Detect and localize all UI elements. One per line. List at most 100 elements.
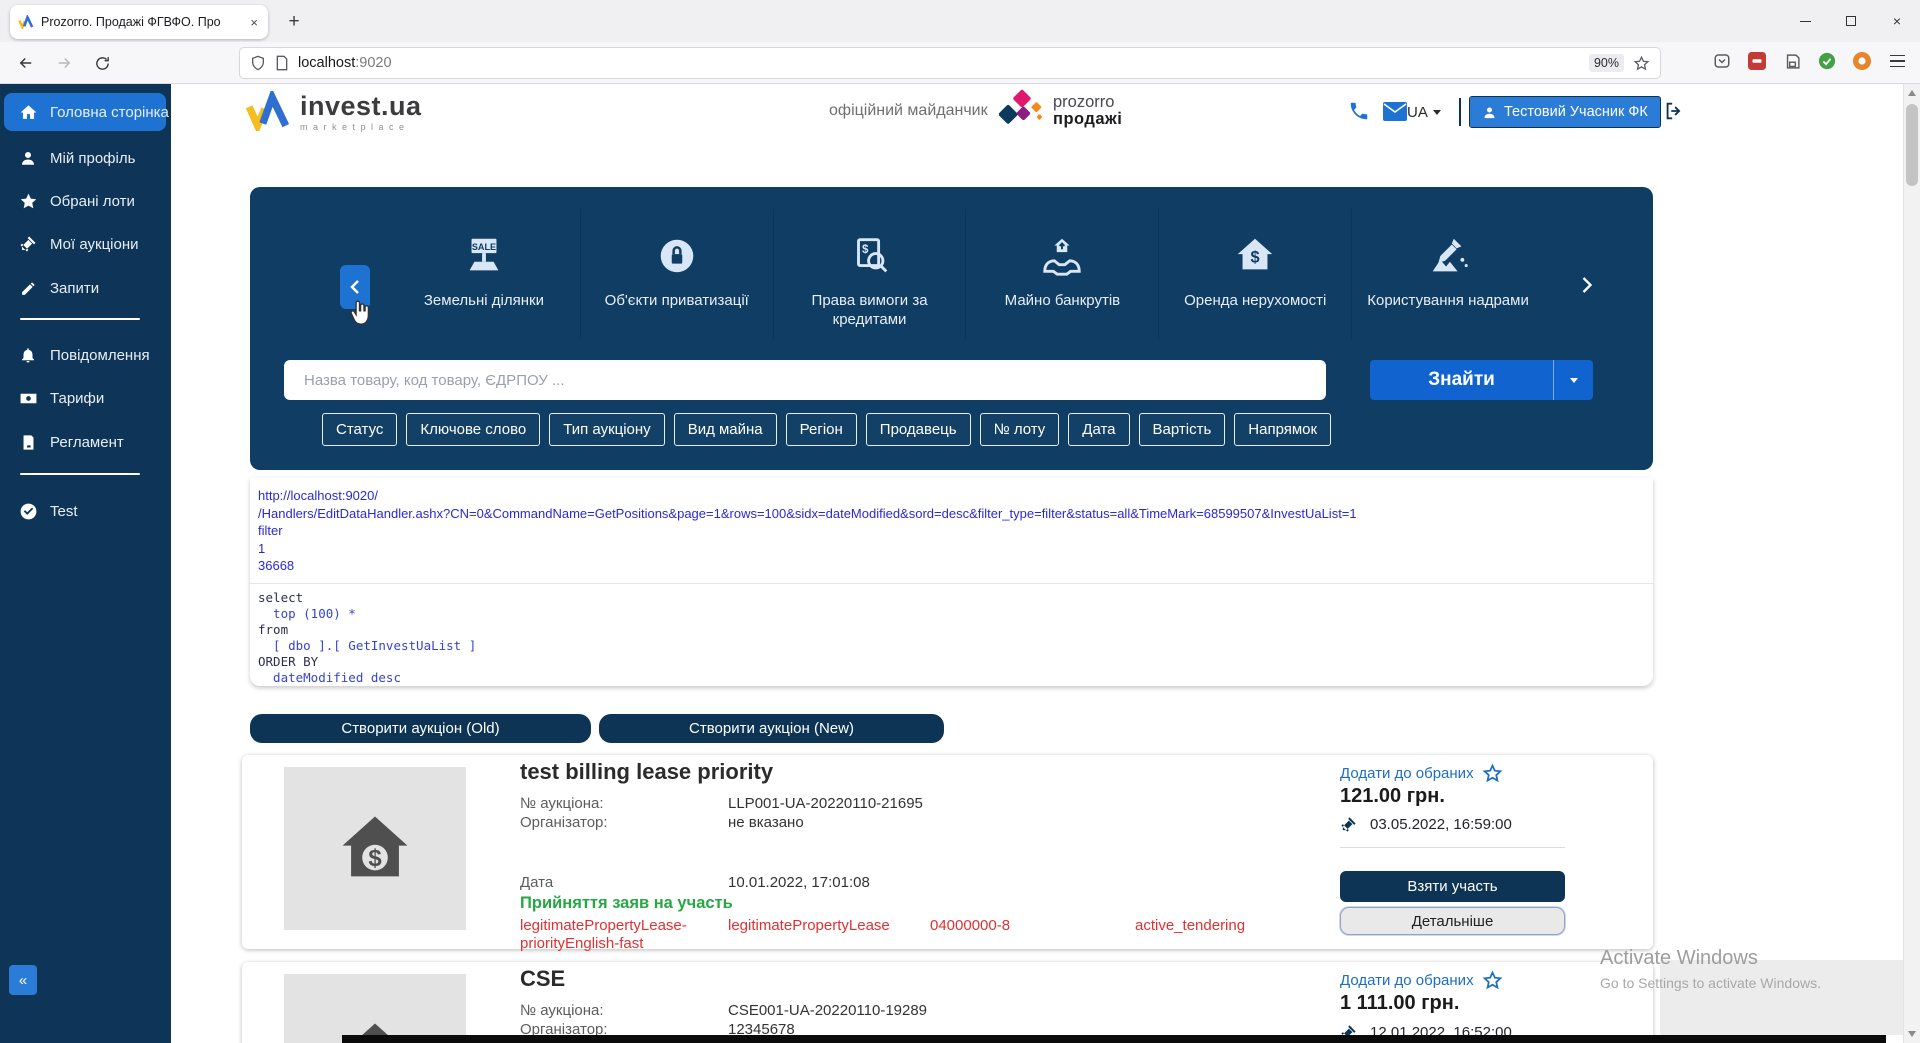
- forward-button[interactable]: [52, 51, 76, 75]
- debug-filter-line: filter: [258, 523, 283, 538]
- create-auction-new-button[interactable]: Створити аукціон (New): [599, 714, 944, 743]
- field-label: № аукціона:: [520, 795, 604, 812]
- favorites-label: Додати до обраних: [1340, 765, 1474, 782]
- sidebar-item-requests[interactable]: Запити: [0, 269, 171, 307]
- category-item-bankrupt-property[interactable]: Майно банкрутів: [965, 209, 1158, 339]
- filter-chip-property-type[interactable]: Вид майна: [673, 413, 777, 446]
- mail-icon[interactable]: [1383, 102, 1407, 126]
- sidebar-item-regulations[interactable]: Регламент: [0, 423, 171, 461]
- page-zoom-level[interactable]: 90%: [1588, 54, 1624, 72]
- filter-chip-keyword[interactable]: Ключове слово: [406, 413, 541, 446]
- details-button[interactable]: Детальніше: [1340, 907, 1565, 935]
- lot-title[interactable]: test billing lease priority: [520, 759, 773, 785]
- sidebar-item-favorites[interactable]: Обрані лоти: [0, 182, 171, 220]
- prozorro-logo[interactable]: prozorro продажі: [999, 89, 1122, 133]
- language-selector[interactable]: UA: [1407, 104, 1441, 121]
- sidebar-item-profile[interactable]: Мій профіль: [0, 139, 171, 177]
- tab-close-icon[interactable]: ×: [248, 15, 260, 30]
- filter-chip-direction[interactable]: Напрямок: [1234, 413, 1332, 446]
- scroll-up-arrow[interactable]: [1908, 90, 1916, 96]
- lock-icon: [654, 227, 700, 279]
- invest-ua-logo[interactable]: invest.ua marketplace: [245, 91, 422, 132]
- user-account-button[interactable]: Тестовий Учасник ФК: [1469, 96, 1661, 128]
- sidebar-item-test[interactable]: Test: [0, 492, 171, 530]
- new-tab-button[interactable]: +: [280, 8, 308, 36]
- filter-chip-lot-number[interactable]: № лоту: [979, 413, 1060, 446]
- sidebar-item-label: Мій профіль: [50, 149, 136, 167]
- lot-price: 121.00 грн.: [1340, 785, 1445, 807]
- person-icon: [1482, 105, 1497, 120]
- user-icon: [18, 148, 38, 168]
- search-options-caret[interactable]: [1553, 360, 1593, 400]
- star-outline-icon: [1482, 970, 1503, 991]
- extension-icon-red[interactable]: [1746, 50, 1768, 72]
- menu-hamburger-icon[interactable]: [1886, 50, 1908, 72]
- filter-chip-region[interactable]: Регіон: [785, 413, 857, 446]
- filter-chip-status[interactable]: Статус: [322, 413, 398, 446]
- sidebar-collapse-button[interactable]: «: [9, 965, 37, 995]
- sql-line: select: [258, 589, 304, 605]
- main-area: invest.ua marketplace офіційний майданчи…: [171, 84, 1903, 1043]
- sidebar-item-label: Тарифи: [50, 389, 105, 407]
- filter-chip-date[interactable]: Дата: [1068, 413, 1130, 446]
- category-label: Користування надрами: [1367, 292, 1529, 309]
- phone-icon[interactable]: [1348, 100, 1372, 124]
- window-minimize-button[interactable]: [1782, 0, 1828, 42]
- participate-button[interactable]: Взяти участь: [1340, 871, 1565, 902]
- filter-chip-seller[interactable]: Продавець: [865, 413, 971, 446]
- extension-icon-green[interactable]: [1816, 50, 1838, 72]
- sidebar-item-label: Мої аукціони: [50, 235, 139, 253]
- maximize-icon: [1846, 16, 1856, 26]
- chevron-down-icon: [1432, 110, 1441, 115]
- logout-icon[interactable]: [1663, 100, 1685, 122]
- add-to-favorites-link[interactable]: Додати до обраних: [1340, 763, 1503, 784]
- scrollbar-thumb[interactable]: [1906, 104, 1918, 186]
- window-maximize-button[interactable]: [1828, 0, 1874, 42]
- sidebar-item-label: Test: [50, 502, 78, 520]
- lot-title[interactable]: CSE: [520, 966, 565, 992]
- auction-card: $ test billing lease priority № аукціона…: [242, 755, 1653, 952]
- procedure-tag: legitimatePropertyLease: [728, 917, 890, 934]
- house-dollar-icon: $: [1232, 227, 1278, 279]
- debug-value-line: 1: [258, 540, 266, 556]
- sidebar-item-tariffs[interactable]: Тарифи: [0, 379, 171, 417]
- sql-line: from: [258, 621, 289, 637]
- add-to-favorites-link[interactable]: Додати до обраних: [1340, 970, 1503, 991]
- gavel-icon: [18, 234, 38, 254]
- category-item-credit-claims[interactable]: $ Права вимоги за кредитами: [772, 209, 966, 339]
- browser-toolbar: localhost:9020 90%: [0, 42, 1920, 84]
- reload-button[interactable]: [90, 51, 114, 75]
- filter-chip-price[interactable]: Вартість: [1138, 413, 1226, 446]
- carousel-next-button[interactable]: [1580, 275, 1604, 299]
- category-item-privatization[interactable]: Об'єкти приватизації: [579, 209, 773, 339]
- category-item-subsoil-use[interactable]: Користування надрами: [1351, 209, 1544, 339]
- debug-count-line: 36668: [258, 558, 295, 573]
- category-item-real-estate-lease[interactable]: $ Оренда нерухомості: [1158, 209, 1351, 339]
- extension-icon-save[interactable]: [1781, 50, 1803, 72]
- sidebar-item-home[interactable]: Головна сторінка: [0, 93, 171, 131]
- carousel-prev-button[interactable]: [340, 265, 370, 309]
- browser-tab[interactable]: Prozorro. Продажі ФГВФО. Про ×: [10, 5, 268, 39]
- page-scrollbar[interactable]: [1903, 84, 1920, 1043]
- page-info-icon[interactable]: [275, 55, 289, 71]
- sidebar-item-label: Запити: [50, 279, 100, 297]
- auction-end-date: 03.05.2022, 16:59:00: [1340, 816, 1512, 833]
- sidebar-item-my-auctions[interactable]: Мої аукціони: [0, 225, 171, 263]
- window-close-button[interactable]: ×: [1874, 0, 1920, 42]
- address-bar[interactable]: localhost:9020 90%: [240, 48, 1660, 78]
- scroll-down-arrow[interactable]: [1908, 1031, 1916, 1037]
- filter-chip-auction-type[interactable]: Тип аукціону: [549, 413, 665, 446]
- tracking-shield-icon[interactable]: [250, 55, 266, 71]
- pocket-save-icon[interactable]: [1711, 50, 1733, 72]
- bookmark-star-icon[interactable]: [1633, 55, 1650, 72]
- extension-icon-orange[interactable]: [1851, 50, 1873, 72]
- create-auction-old-button[interactable]: Створити аукціон (Old): [250, 714, 591, 743]
- category-item-land[interactable]: SALE Земельні ділянки: [388, 209, 580, 339]
- field-label: Організатор:: [520, 814, 608, 831]
- back-button[interactable]: [14, 51, 38, 75]
- prozorro-mark-icon: [999, 89, 1045, 133]
- organizer-row: Організатор: не вказано: [520, 814, 804, 831]
- search-input[interactable]: [284, 360, 1326, 400]
- search-button[interactable]: Знайти: [1370, 360, 1593, 400]
- sidebar-item-notifications[interactable]: Повідомлення: [0, 336, 171, 374]
